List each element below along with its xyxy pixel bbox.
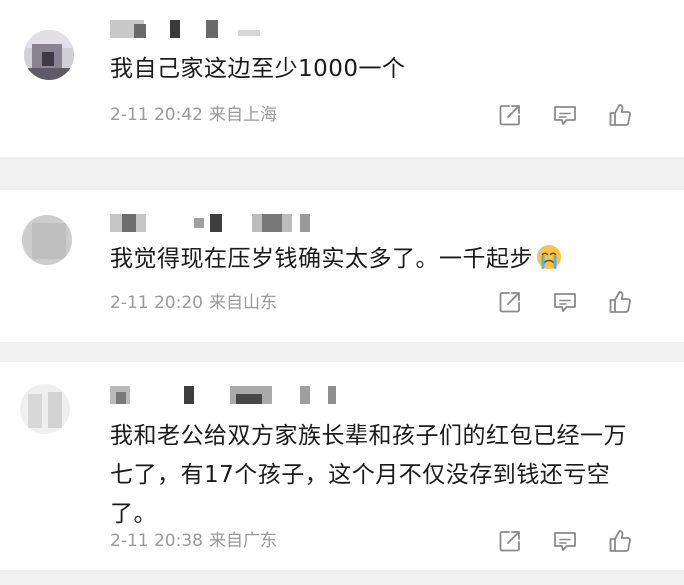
like-icon[interactable] <box>606 527 634 555</box>
username-blurred[interactable] <box>110 386 410 406</box>
comment-actions <box>496 527 656 555</box>
comment-text: 我觉得现在压岁钱确实太多了。一千起步 <box>110 240 655 279</box>
comment-icon[interactable] <box>551 527 579 555</box>
comment-meta: 2-11 20:20 来自山东 <box>110 293 277 313</box>
comment-actions <box>496 288 656 316</box>
comment-card: 我觉得现在压岁钱确实太多了。一千起步 2-11 20:20 来自山东 <box>0 190 684 342</box>
comment-time: 2-11 20:42 <box>110 105 203 125</box>
username-blurred[interactable] <box>110 20 410 40</box>
comment-text: 我自己家这边至少1000一个 <box>110 56 406 82</box>
comment-card: 我自己家这边至少1000一个 2-11 20:42 来自上海 <box>0 0 684 157</box>
comment-actions <box>496 101 656 129</box>
avatar[interactable] <box>20 384 70 434</box>
share-icon[interactable] <box>496 527 524 555</box>
like-icon[interactable] <box>606 288 634 316</box>
share-icon[interactable] <box>496 101 524 129</box>
avatar[interactable] <box>22 215 72 265</box>
crying-face-icon <box>537 245 561 269</box>
comment-card: 我和老公给双方家族长辈和孩子们的红包已经一万 七了，有17个孩子，这个月不仅没存… <box>0 362 684 570</box>
comment-location: 来自广东 <box>208 531 277 551</box>
comment-feed: 我自己家这边至少1000一个 2-11 20:42 来自上海 我觉得现在压岁钱确实… <box>0 0 684 585</box>
comment-text-line: 七了，有17个孩子，这个月不仅没存到钱还亏空 <box>110 462 611 488</box>
avatar[interactable] <box>24 30 74 80</box>
comment-location: 来自山东 <box>208 293 277 313</box>
like-icon[interactable] <box>606 101 634 129</box>
comment-location: 来自上海 <box>208 105 277 125</box>
username-blurred[interactable] <box>110 214 410 234</box>
comment-text: 我和老公给双方家族长辈和孩子们的红包已经一万 七了，有17个孩子，这个月不仅没存… <box>110 417 655 534</box>
comment-meta: 2-11 20:38 来自广东 <box>110 531 277 551</box>
comment-time: 2-11 20:20 <box>110 293 203 313</box>
comment-text-body: 我觉得现在压岁钱确实太多了。一千起步 <box>110 246 533 272</box>
comment-icon[interactable] <box>551 288 579 316</box>
share-icon[interactable] <box>496 288 524 316</box>
comment-text-line: 我和老公给双方家族长辈和孩子们的红包已经一万 <box>110 423 627 449</box>
comment-meta: 2-11 20:42 来自上海 <box>110 105 277 125</box>
comment-icon[interactable] <box>551 101 579 129</box>
comment-time: 2-11 20:38 <box>110 531 203 551</box>
